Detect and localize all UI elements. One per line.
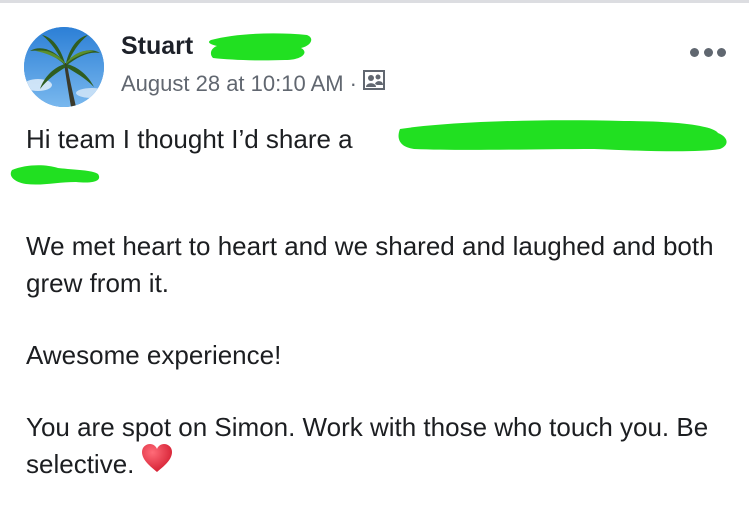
avatar-photo (24, 27, 104, 107)
post-text-intro: Hi team I thought I’d share a (26, 124, 353, 154)
more-options-button[interactable] (690, 40, 726, 64)
friends-icon[interactable] (362, 69, 385, 96)
avatar[interactable] (24, 27, 104, 107)
post-line-1: Hi team I thought I’d share a (26, 120, 736, 158)
post-paragraph: We met heart to heart and we shared and … (26, 231, 714, 298)
heart-icon (140, 442, 174, 484)
post-paragraph: You are spot on Simon. Work with those w… (26, 409, 736, 484)
post-paragraph: Awesome experience! (26, 340, 282, 370)
redaction-mark (398, 120, 727, 152)
author-name[interactable]: Stuart (121, 32, 193, 61)
post-text-closing: You are spot on Simon. Work with those w… (26, 412, 709, 479)
meta-separator: · (349, 71, 357, 97)
more-horizontal-icon (690, 47, 699, 57)
post-timestamp[interactable]: August 28 at 10:10 AM (121, 71, 344, 96)
redaction-mark (209, 33, 312, 61)
top-divider (0, 0, 749, 3)
redaction-mark (10, 165, 100, 185)
